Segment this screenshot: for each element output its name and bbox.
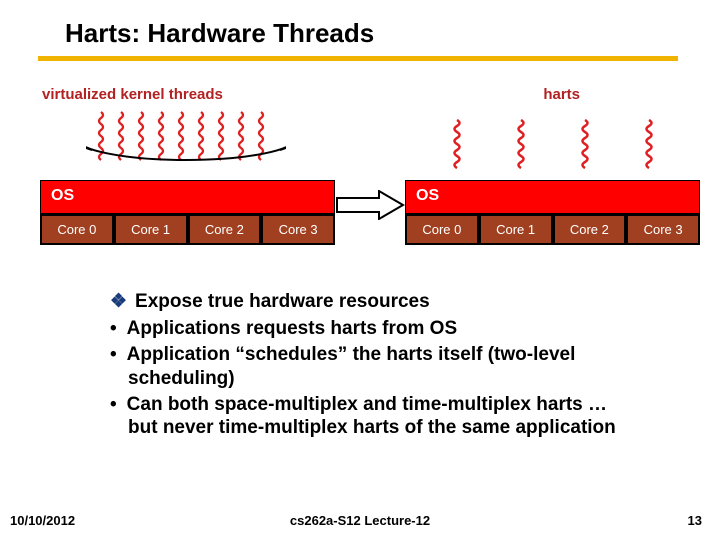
bullet-block: ❖ Expose true hardware resources Applicat… bbox=[110, 290, 640, 442]
core-cell: Core 2 bbox=[189, 215, 261, 244]
footer-center: cs262a-S12 Lecture-12 bbox=[290, 513, 430, 528]
os-band-right: OS bbox=[405, 180, 700, 214]
right-springs bbox=[405, 108, 700, 180]
title-underline bbox=[38, 56, 678, 61]
footer-date: 10/10/2012 bbox=[10, 513, 75, 528]
spring-icon bbox=[577, 118, 593, 174]
spring-icon bbox=[449, 118, 465, 174]
os-band-left: OS bbox=[40, 180, 335, 214]
lead-bullet-text: Expose true hardware resources bbox=[135, 291, 430, 312]
os-label: OS bbox=[416, 187, 439, 204]
core-cell: Core 0 bbox=[406, 215, 478, 244]
spring-icon bbox=[513, 118, 529, 174]
right-subhead: harts bbox=[543, 86, 580, 103]
left-subhead: virtualized kernel threads bbox=[42, 86, 223, 103]
right-diagram: OS Core 0 Core 1 Core 2 Core 3 bbox=[405, 108, 700, 245]
diamond-bullet-icon: ❖ bbox=[110, 291, 127, 312]
core-cell: Core 0 bbox=[41, 215, 113, 244]
sub-bullet-list: Applications requests harts from OS Appl… bbox=[110, 317, 640, 439]
core-cell: Core 1 bbox=[115, 215, 187, 244]
slide-title: Harts: Hardware Threads bbox=[65, 18, 374, 49]
spring-icon bbox=[641, 118, 657, 174]
arrow-right-icon bbox=[335, 190, 405, 220]
left-diagram: OS Core 0 Core 1 Core 2 Core 3 bbox=[40, 108, 335, 245]
spring-icon bbox=[73, 108, 303, 170]
footer-page: 13 bbox=[688, 513, 702, 528]
core-cell: Core 3 bbox=[627, 215, 699, 244]
os-label: OS bbox=[51, 187, 74, 204]
sub-bullet: Application “schedules” the harts itself… bbox=[110, 343, 640, 389]
cores-row-left: Core 0 Core 1 Core 2 Core 3 bbox=[40, 214, 335, 245]
core-cell: Core 3 bbox=[262, 215, 334, 244]
core-cell: Core 2 bbox=[554, 215, 626, 244]
core-cell: Core 1 bbox=[480, 215, 552, 244]
lead-bullet: ❖ Expose true hardware resources bbox=[110, 290, 640, 313]
left-springs bbox=[40, 108, 335, 180]
sub-bullet: Can both space-multiplex and time-multip… bbox=[110, 393, 640, 439]
cores-row-right: Core 0 Core 1 Core 2 Core 3 bbox=[405, 214, 700, 245]
sub-bullet: Applications requests harts from OS bbox=[110, 317, 640, 340]
